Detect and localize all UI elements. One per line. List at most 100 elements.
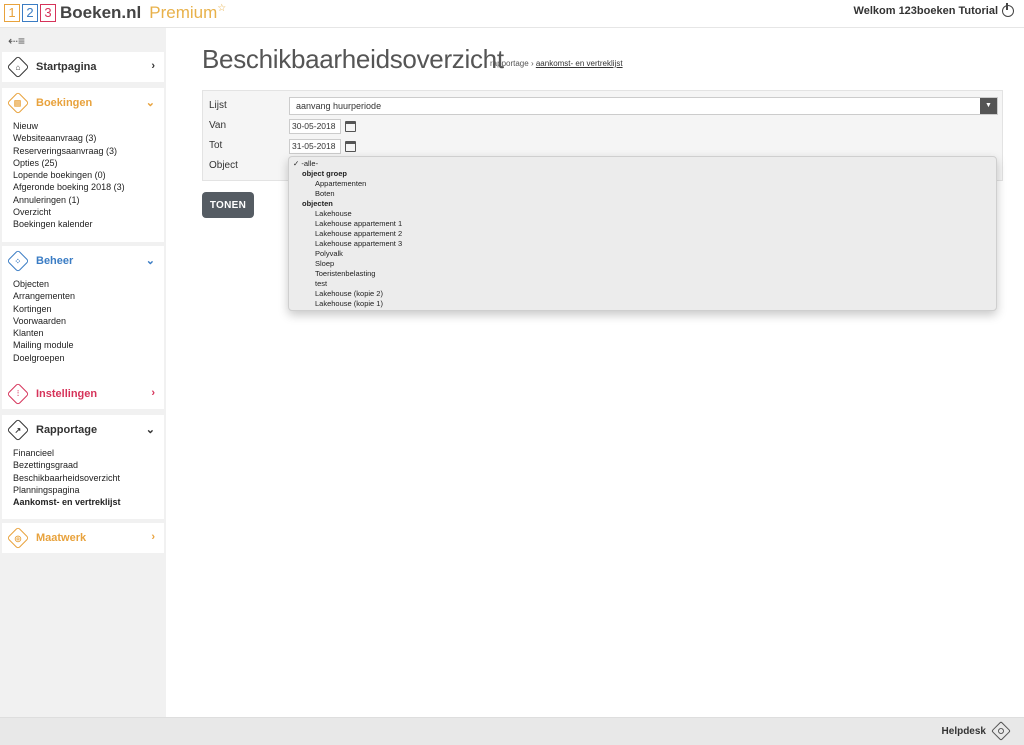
sidebar-link-planningspagina[interactable]: Planningspagina: [13, 484, 164, 496]
chevron-down-icon: ⌄: [145, 255, 155, 267]
panel-boekingen: ▤ Boekingen ⌄ Nieuw Websiteaanvraag (3) …: [2, 88, 164, 242]
van-label: Van: [209, 120, 227, 131]
sidebar: ⇠≡ ⌂ Startpagina › ▤ Boekingen ⌄ Nieuw W…: [0, 28, 166, 717]
helpdesk-link[interactable]: Helpdesk: [941, 721, 1011, 741]
settings-icon: ⫶: [6, 382, 30, 406]
dropdown-option[interactable]: Lakehouse: [289, 209, 996, 219]
breadcrumb-parent[interactable]: rapportage: [490, 59, 529, 68]
sidebar-item-beheer[interactable]: ⁘ Beheer ⌄: [2, 246, 164, 276]
option-label: -alle-: [301, 159, 319, 168]
sidebar-link-beschikbaarheidsoverzicht[interactable]: Beschikbaarheidsoverzicht: [13, 472, 164, 484]
chevron-down-icon: ⌄: [145, 97, 155, 109]
helpdesk-label: Helpdesk: [941, 725, 986, 737]
custom-icon: ◎: [6, 526, 30, 550]
sidebar-item-label: Boekingen: [36, 97, 93, 109]
sidebar-item-rapportage[interactable]: ↗ Rapportage ⌄: [2, 415, 164, 445]
chevron-down-icon: ⌄: [145, 424, 155, 436]
object-label: Object: [209, 160, 238, 171]
dropdown-option[interactable]: Lakehouse appartement 2: [289, 229, 996, 239]
sidebar-item-instellingen[interactable]: ⫶ Instellingen ›: [2, 379, 164, 409]
lijst-label: Lijst: [209, 100, 227, 111]
sidebar-link-arrangementen[interactable]: Arrangementen: [13, 290, 164, 302]
calendar-icon[interactable]: [345, 121, 356, 132]
sidebar-link-financieel[interactable]: Financieel: [13, 447, 164, 459]
manage-icon: ⁘: [6, 249, 30, 273]
chevron-right-icon: ›: [151, 60, 155, 72]
dropdown-option[interactable]: Sloep: [289, 259, 996, 269]
check-icon: ✓: [293, 159, 300, 168]
sidebar-item-label: Rapportage: [36, 424, 98, 436]
sidebar-item-label: Beheer: [36, 255, 74, 267]
booking-icon: ▤: [6, 91, 30, 115]
premium-label: Premium: [149, 3, 218, 22]
logo-digit-3: 3: [40, 4, 56, 22]
top-bar: 1 2 3 Boeken.nl Premium ☆ Welkom 123boek…: [0, 0, 1024, 28]
breadcrumb-separator: ›: [530, 59, 534, 68]
sidebar-link-overzicht[interactable]: Overzicht: [13, 206, 164, 218]
panel-startpagina: ⌂ Startpagina ›: [2, 52, 164, 82]
lijst-select[interactable]: aanvang huurperiode ▼: [289, 97, 998, 115]
sidebar-link-bezettingsgraad[interactable]: Bezettingsgraad: [13, 459, 164, 471]
dropdown-option[interactable]: Lakehouse appartement 1: [289, 219, 996, 229]
sidebar-link-mailing-module[interactable]: Mailing module: [13, 339, 164, 351]
sidebar-item-maatwerk[interactable]: ◎ Maatwerk ›: [2, 523, 164, 553]
logo-digit-2: 2: [22, 4, 38, 22]
calendar-icon[interactable]: [345, 141, 356, 152]
logo[interactable]: 1 2 3 Boeken.nl Premium ☆: [4, 3, 226, 23]
dropdown-option[interactable]: Lakehouse appartement 3: [289, 239, 996, 249]
logo-digit-1: 1: [4, 4, 20, 22]
dropdown-option[interactable]: Polyvalk: [289, 249, 996, 259]
sidebar-link-opties[interactable]: Opties (25): [13, 157, 164, 169]
tot-label: Tot: [209, 140, 223, 151]
chevron-right-icon: ›: [151, 531, 155, 543]
sidebar-link-boekingen-kalender[interactable]: Boekingen kalender: [13, 218, 164, 230]
dropdown-option[interactable]: Lakehouse (kopie 2): [289, 289, 996, 299]
tonen-button[interactable]: TONEN: [202, 192, 254, 218]
sidebar-link-doelgroepen[interactable]: Doelgroepen: [13, 352, 164, 364]
object-dropdown-list[interactable]: ✓ -alle- object groep Appartementen Bote…: [288, 156, 997, 311]
dropdown-option[interactable]: Lakehouse (kopie 1): [289, 299, 996, 309]
sidebar-item-label: Startpagina: [36, 61, 97, 73]
sidebar-link-nieuw[interactable]: Nieuw: [13, 120, 164, 132]
sidebar-link-annuleringen[interactable]: Annuleringen (1): [13, 194, 164, 206]
sidebar-item-startpagina[interactable]: ⌂ Startpagina ›: [2, 52, 164, 82]
panel-rapportage: ↗ Rapportage ⌄ Financieel Bezettingsgraa…: [2, 415, 164, 519]
collapse-menu-icon[interactable]: ⇠≡: [8, 34, 25, 48]
sidebar-item-label: Instellingen: [36, 388, 98, 400]
breadcrumb-current[interactable]: aankomst- en vertreklijst: [536, 59, 623, 68]
footer: Helpdesk: [0, 717, 1024, 745]
sidebar-item-boekingen[interactable]: ▤ Boekingen ⌄: [2, 88, 164, 118]
dropdown-group-header: object groep: [302, 169, 348, 178]
dropdown-group-header: objecten: [302, 199, 333, 208]
lijst-select-value: aanvang huurperiode: [296, 101, 382, 111]
panel-instellingen: ⫶ Instellingen ›: [2, 379, 164, 409]
dropdown-arrow-icon[interactable]: ▼: [980, 98, 997, 114]
panel-beheer: ⁘ Beheer ⌄ Objecten Arrangementen Kortin…: [2, 246, 164, 398]
sidebar-link-websiteaanvraag[interactable]: Websiteaanvraag (3): [13, 132, 164, 144]
chevron-right-icon: ›: [151, 387, 155, 399]
breadcrumb: rapportage › aankomst- en vertreklijst: [490, 59, 623, 68]
sidebar-item-label: Maatwerk: [36, 532, 87, 544]
main-content: Beschikbaarheidsoverzicht rapportage › a…: [166, 28, 1024, 717]
dropdown-option[interactable]: Boten: [289, 189, 996, 199]
tot-date-input[interactable]: 31-05-2018: [289, 139, 341, 154]
van-date-input[interactable]: 30-05-2018: [289, 119, 341, 134]
dropdown-option[interactable]: test: [289, 279, 996, 289]
sidebar-link-kortingen[interactable]: Kortingen: [13, 303, 164, 315]
sidebar-link-lopende-boekingen[interactable]: Lopende boekingen (0): [13, 169, 164, 181]
welcome-text: Welkom 123boeken Tutorial: [853, 5, 998, 17]
sidebar-link-afgeronde-boeking[interactable]: Afgeronde boeking 2018 (3): [13, 181, 164, 193]
logo-brand: Boeken.nl: [60, 3, 142, 22]
sidebar-link-klanten[interactable]: Klanten: [13, 327, 164, 339]
dropdown-option-selected[interactable]: ✓ -alle-: [289, 159, 996, 169]
lifebuoy-icon: [991, 721, 1011, 741]
sidebar-link-voorwaarden[interactable]: Voorwaarden: [13, 315, 164, 327]
panel-maatwerk: ◎ Maatwerk ›: [2, 523, 164, 553]
star-icon: ☆: [217, 2, 227, 14]
sidebar-link-aankomst-vertreklijst[interactable]: Aankomst- en vertreklijst: [13, 496, 164, 508]
dropdown-option[interactable]: Appartementen: [289, 179, 996, 189]
sidebar-link-reserveringsaanvraag[interactable]: Reserveringsaanvraag (3): [13, 145, 164, 157]
power-icon[interactable]: [1002, 3, 1014, 17]
dropdown-option[interactable]: Toeristenbelasting: [289, 269, 996, 279]
sidebar-link-objecten[interactable]: Objecten: [13, 278, 164, 290]
